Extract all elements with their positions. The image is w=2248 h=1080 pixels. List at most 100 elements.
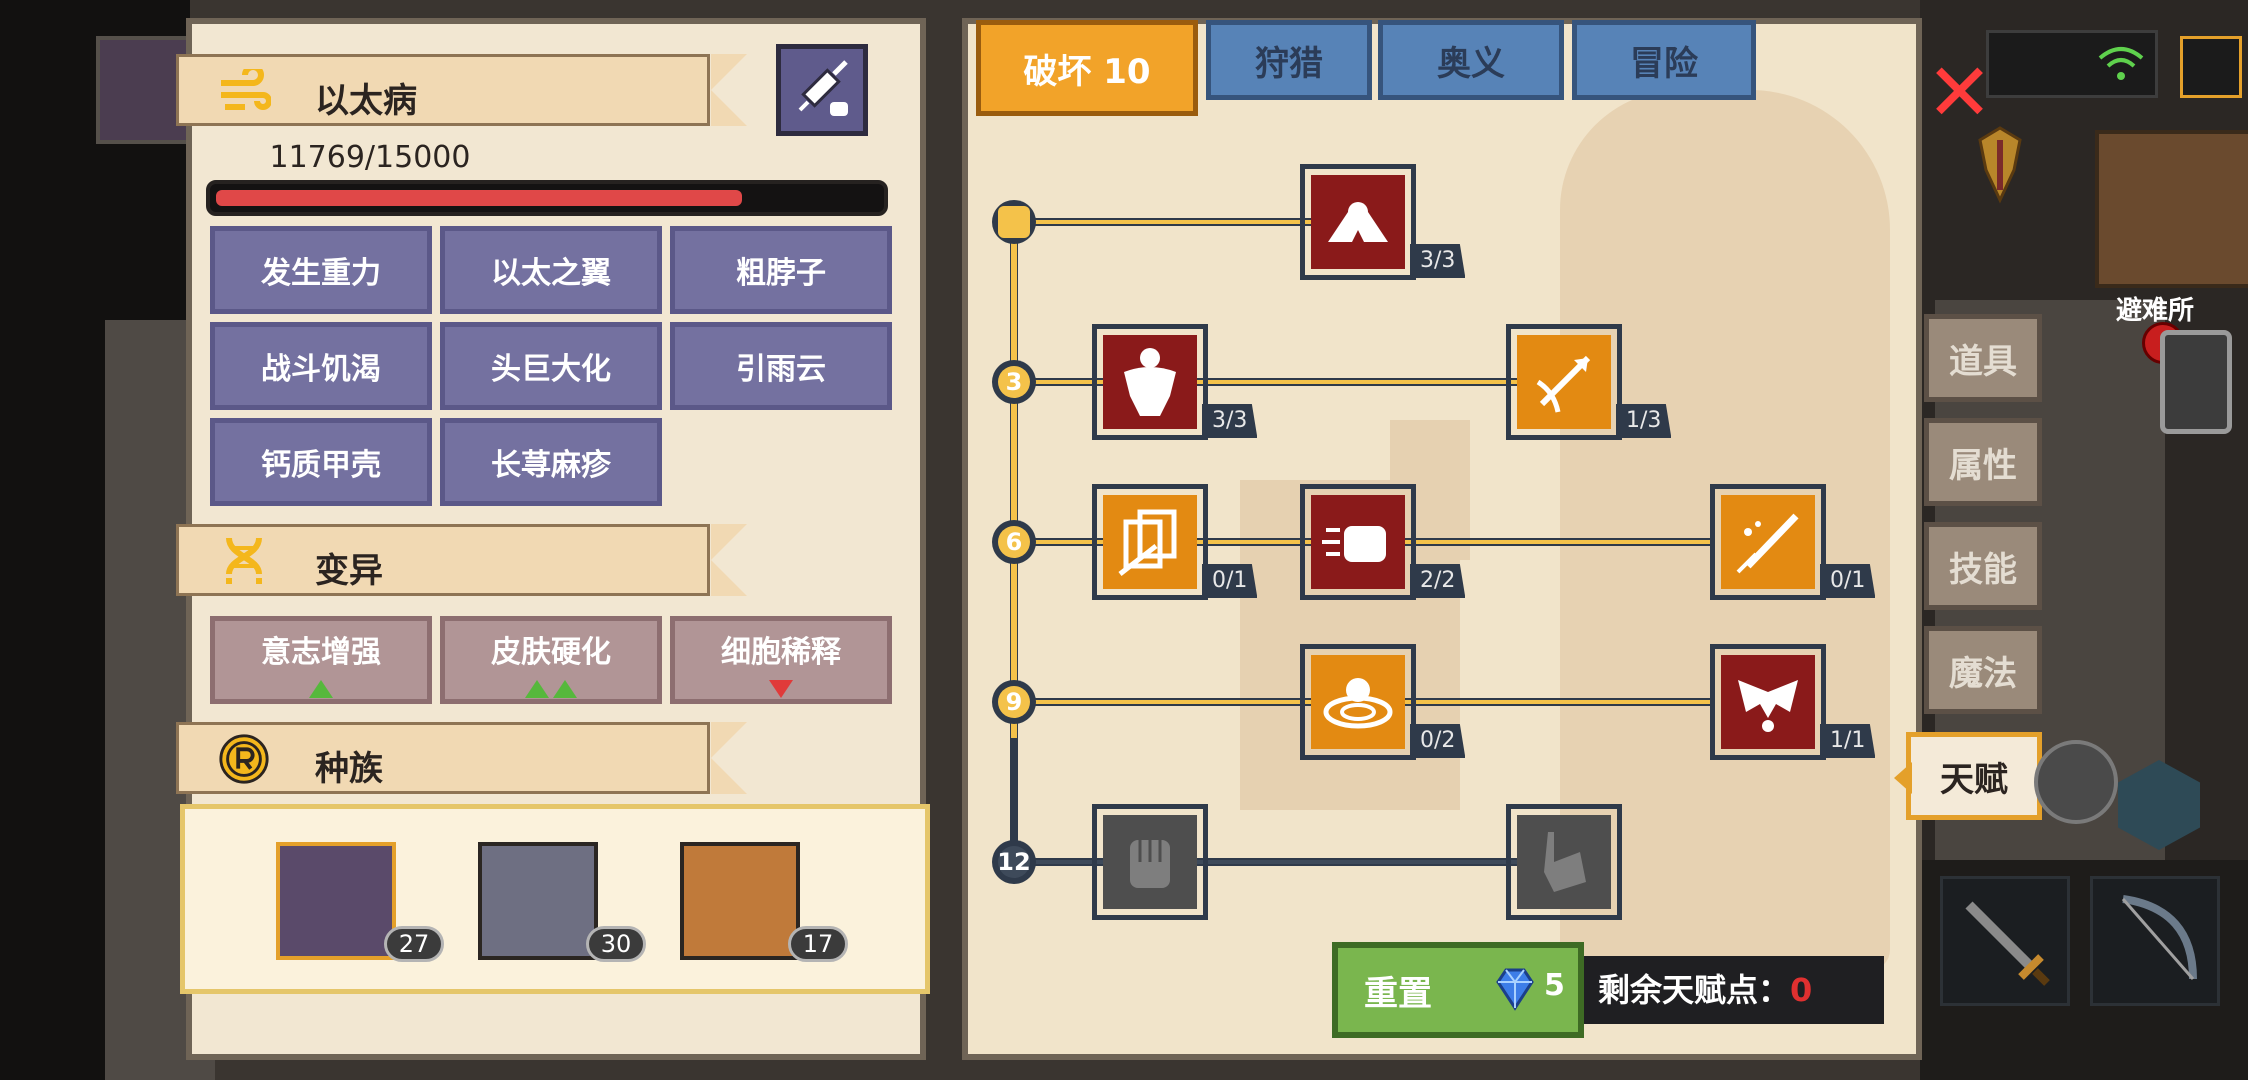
wooden-door (2095, 130, 2248, 288)
gauntlet-icon (1544, 832, 1586, 892)
skill-count: 1/3 (1616, 404, 1672, 438)
tier-node: 3 (992, 360, 1036, 404)
skill-sword-splash[interactable] (1710, 484, 1826, 600)
arrow-strike-icon (1536, 355, 1591, 413)
side-tab[interactable]: 道具 (1924, 314, 2042, 402)
dna-icon (217, 537, 271, 584)
arrow-down-icon (769, 680, 793, 698)
skill-count: 0/1 (1820, 564, 1876, 598)
mutation-trend (215, 671, 427, 706)
weapon-slot-sword[interactable] (1940, 876, 2070, 1006)
mutation-trend (675, 671, 887, 706)
skill-count: 3/3 (1202, 404, 1258, 438)
reset-button[interactable]: 重置 5 (1332, 942, 1584, 1038)
tab-talent-category[interactable]: 冒险 (1572, 20, 1756, 100)
race-member-portrait[interactable] (478, 842, 598, 960)
symptom-button[interactable]: 战斗饥渴 (210, 322, 432, 410)
skill-fist-locked[interactable] (1092, 804, 1208, 920)
mutation-label: 意志增强 (261, 635, 381, 670)
arm-wrestle-icon (1328, 202, 1388, 242)
skill-card-slash[interactable] (1092, 484, 1208, 600)
row1-connector (1014, 218, 1314, 226)
skill-punch[interactable] (1300, 484, 1416, 600)
symptom-button[interactable]: 钙质甲壳 (210, 418, 432, 506)
mutation-trend (445, 671, 657, 706)
skill-arm-wrestle[interactable] (1300, 164, 1416, 280)
skill-count: 3/3 (1410, 244, 1466, 278)
side-tab[interactable]: 天赋 (1906, 732, 2042, 820)
wind-curl-icon (217, 69, 271, 113)
card-slash-icon (1118, 509, 1177, 576)
arrow-up-icon (309, 680, 333, 698)
skill-gauntlet-locked[interactable] (1506, 804, 1622, 920)
evac-label: 避难所 (2116, 296, 2195, 326)
hp-bar-fill (216, 190, 742, 206)
sword-splash-icon (1736, 513, 1799, 574)
crest-emblem-icon (1978, 126, 2022, 204)
symptom-button[interactable]: 引雨云 (670, 322, 892, 410)
side-tab[interactable]: 技能 (1924, 522, 2042, 610)
skill-count: 0/2 (1410, 724, 1466, 758)
diamond-icon (1496, 968, 1534, 1011)
arrow-up-icon (553, 680, 577, 698)
tier-node: 9 (992, 680, 1036, 724)
muscle-body-icon (1124, 348, 1176, 416)
mutation-label: 皮肤硬化 (491, 635, 611, 670)
arrow-up-icon (525, 680, 549, 698)
disease-title: 以太病 (315, 81, 417, 121)
bat-wings-icon (1738, 680, 1798, 732)
syringe-icon (798, 60, 848, 116)
skill-count: 2/2 (1410, 564, 1466, 598)
swap-button[interactable] (2034, 740, 2118, 824)
race-member-portrait[interactable] (276, 842, 396, 960)
symptom-button[interactable]: 粗脖子 (670, 226, 892, 314)
row2-connector (1014, 378, 1524, 386)
mutation-button[interactable]: 意志增强 (210, 616, 432, 704)
syringe-button[interactable] (776, 44, 868, 136)
bow-icon (2121, 895, 2197, 980)
skill-arrow-strike[interactable] (1506, 324, 1622, 440)
skill-count: 1/1 (1820, 724, 1876, 758)
race-ribbon: 种族 (176, 722, 747, 794)
skill-bat-wings[interactable] (1710, 644, 1826, 760)
tab-talent-category[interactable]: 破坏 10 (976, 20, 1198, 116)
active-tab-arrow-icon (1894, 762, 1912, 794)
side-tab[interactable]: 属性 (1924, 418, 2042, 506)
row5-connector (1014, 858, 1524, 866)
remaining-label: 剩余天赋点： (1598, 971, 1791, 1009)
symptom-button[interactable]: 头巨大化 (440, 322, 662, 410)
side-tab[interactable]: 魔法 (1924, 626, 2042, 714)
race-coin-icon (217, 734, 271, 784)
level-badge: 27 (384, 926, 444, 962)
mutation-title: 变异 (315, 551, 383, 591)
mutation-button[interactable]: 皮肤硬化 (440, 616, 662, 704)
sword-icon (1965, 901, 2050, 986)
race-title: 种族 (315, 749, 383, 789)
symptom-button[interactable]: 以太之翼 (440, 226, 662, 314)
symptom-button[interactable]: 发生重力 (210, 226, 432, 314)
remaining-value: 0 (1790, 971, 1813, 1009)
mutation-ribbon: 变异 (176, 524, 747, 596)
talent-tree-spine-progress (1011, 218, 1017, 738)
skill-muscle-body[interactable] (1092, 324, 1208, 440)
tier-node: 12 (992, 840, 1036, 884)
tier-node: 6 (992, 520, 1036, 564)
skill-count: 0/1 (1202, 564, 1258, 598)
level-badge: 30 (586, 926, 646, 962)
race-member-portrait[interactable] (680, 842, 800, 960)
level-badge: 17 (788, 926, 848, 962)
tab-talent-category[interactable]: 狩猎 (1206, 20, 1372, 100)
close-icon[interactable]: ✕ (1926, 53, 1993, 133)
skill-shockwave[interactable] (1300, 644, 1416, 760)
punch-icon (1322, 526, 1386, 562)
tab-talent-category[interactable]: 奥义 (1378, 20, 1564, 100)
weapon-slot-bow[interactable] (2090, 876, 2220, 1006)
exit-button[interactable] (2180, 36, 2242, 98)
phone-icon[interactable] (2160, 330, 2232, 434)
hp-text: 11769/15000 (269, 140, 471, 175)
symptom-button[interactable]: 长荨麻疹 (440, 418, 662, 506)
hp-bar (206, 180, 888, 216)
remaining-talent-points: 剩余天赋点：0 (1584, 956, 1884, 1024)
tier-start-node (992, 200, 1036, 244)
mutation-button[interactable]: 细胞稀释 (670, 616, 892, 704)
